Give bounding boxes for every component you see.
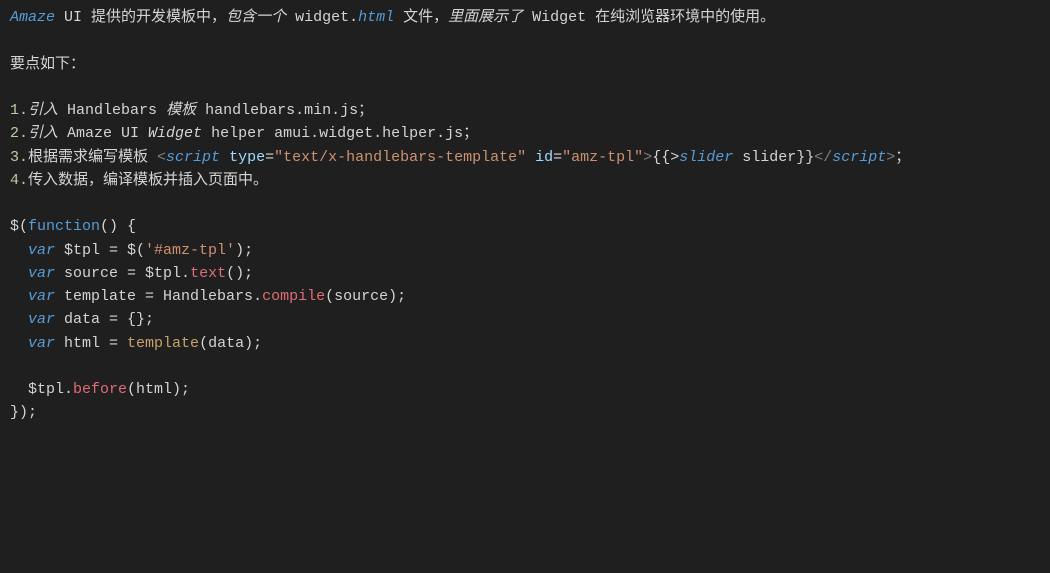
text: html — [358, 9, 394, 26]
text: UI — [55, 9, 91, 26]
text: (data); — [199, 335, 262, 352]
keyword: var — [28, 311, 55, 328]
equals: = — [553, 149, 562, 166]
keyword: var — [28, 335, 55, 352]
indent — [10, 335, 28, 352]
equals: = — [265, 149, 274, 166]
angle-bracket: < — [157, 149, 166, 166]
tag-name: script — [166, 149, 220, 166]
text: $tpl. — [10, 381, 73, 398]
text: $( — [10, 218, 28, 235]
angle-bracket: > — [886, 149, 895, 166]
text: (); — [226, 265, 253, 282]
list-item-3: 3.根据需求编写模板 <script type="text/x-handleba… — [10, 146, 1040, 169]
attr-value: "text/x-handlebars-template" — [274, 149, 526, 166]
angle-bracket: > — [643, 149, 652, 166]
text: 引入 — [28, 125, 58, 142]
indent — [10, 242, 28, 259]
text: slider — [679, 149, 733, 166]
code-line: $tpl.before(html); — [10, 378, 1040, 401]
method: before — [73, 381, 127, 398]
text: 在纯浏览器环境中的使用。 — [595, 9, 775, 26]
indent — [10, 265, 28, 282]
code-line: }); — [10, 401, 1040, 424]
text: template = Handlebars. — [55, 288, 262, 305]
text: $tpl = $( — [55, 242, 145, 259]
text: ); — [235, 242, 253, 259]
angle-bracket: </ — [814, 149, 832, 166]
code-line: var template = Handlebars.compile(source… — [10, 285, 1040, 308]
list-number: 4. — [10, 172, 28, 189]
intro-line: Amaze UI 提供的开发模板中，包含一个 widget.html 文件，里面… — [10, 6, 1040, 29]
keyword: function — [28, 218, 100, 235]
list-number: 1. — [10, 102, 28, 119]
text: 传入数据，编译模板并插入页面中。 — [28, 172, 268, 189]
tag-name: script — [832, 149, 886, 166]
blank-line — [10, 76, 1040, 99]
string: '#amz-tpl' — [145, 242, 235, 259]
text: }); — [10, 404, 37, 421]
blank-line — [10, 192, 1040, 215]
text: 提供的开发模板中， — [91, 9, 226, 26]
code-line: var source = $tpl.text(); — [10, 262, 1040, 285]
text: 根据需求编写模板 — [28, 149, 157, 166]
indent — [10, 288, 28, 305]
text: Amaze — [10, 9, 55, 26]
text: ； — [895, 149, 910, 166]
attr-value: "amz-tpl" — [562, 149, 643, 166]
blank-line — [10, 29, 1040, 52]
list-number: 2. — [10, 125, 28, 142]
list-item-2: 2.引入 Amaze UI Widget helper amui.widget.… — [10, 122, 1040, 145]
text: slider}} — [733, 149, 814, 166]
text: helper amui.widget.helper.js； — [202, 125, 478, 142]
code-line: var $tpl = $('#amz-tpl'); — [10, 239, 1040, 262]
text: 模板 — [166, 102, 196, 119]
text: data = {}; — [55, 311, 154, 328]
blank-line — [10, 355, 1040, 378]
method: text — [190, 265, 226, 282]
text: html = — [55, 335, 127, 352]
attr-name: type — [220, 149, 265, 166]
text: {{> — [652, 149, 679, 166]
text: handlebars.min.js； — [196, 102, 373, 119]
text: (html); — [127, 381, 190, 398]
keyword: var — [28, 265, 55, 282]
text: 引入 — [28, 102, 58, 119]
list-item-4: 4.传入数据，编译模板并插入页面中。 — [10, 169, 1040, 192]
text: source = $tpl. — [55, 265, 190, 282]
keyword: var — [28, 288, 55, 305]
attr-name: id — [526, 149, 553, 166]
code-line: var data = {}; — [10, 308, 1040, 331]
text: 文件， — [394, 9, 448, 26]
text: 里面展示了 — [448, 9, 523, 26]
text: Amaze UI — [58, 125, 148, 142]
indent — [10, 311, 28, 328]
code-line: $(function() { — [10, 215, 1040, 238]
list-item-1: 1.引入 Handlebars 模板 handlebars.min.js； — [10, 99, 1040, 122]
text: (source); — [325, 288, 406, 305]
text: Widget — [148, 125, 202, 142]
method: compile — [262, 288, 325, 305]
text: Widget — [523, 9, 595, 26]
text: Handlebars — [58, 102, 166, 119]
text: 包含一个 — [226, 9, 286, 26]
document-body: Amaze UI 提供的开发模板中，包含一个 widget.html 文件，里面… — [0, 0, 1050, 431]
text: () { — [100, 218, 136, 235]
text: widget. — [286, 9, 358, 26]
points-header: 要点如下： — [10, 53, 1040, 76]
keyword: var — [28, 242, 55, 259]
call: template — [127, 335, 199, 352]
list-number: 3. — [10, 149, 28, 166]
code-line: var html = template(data); — [10, 332, 1040, 355]
